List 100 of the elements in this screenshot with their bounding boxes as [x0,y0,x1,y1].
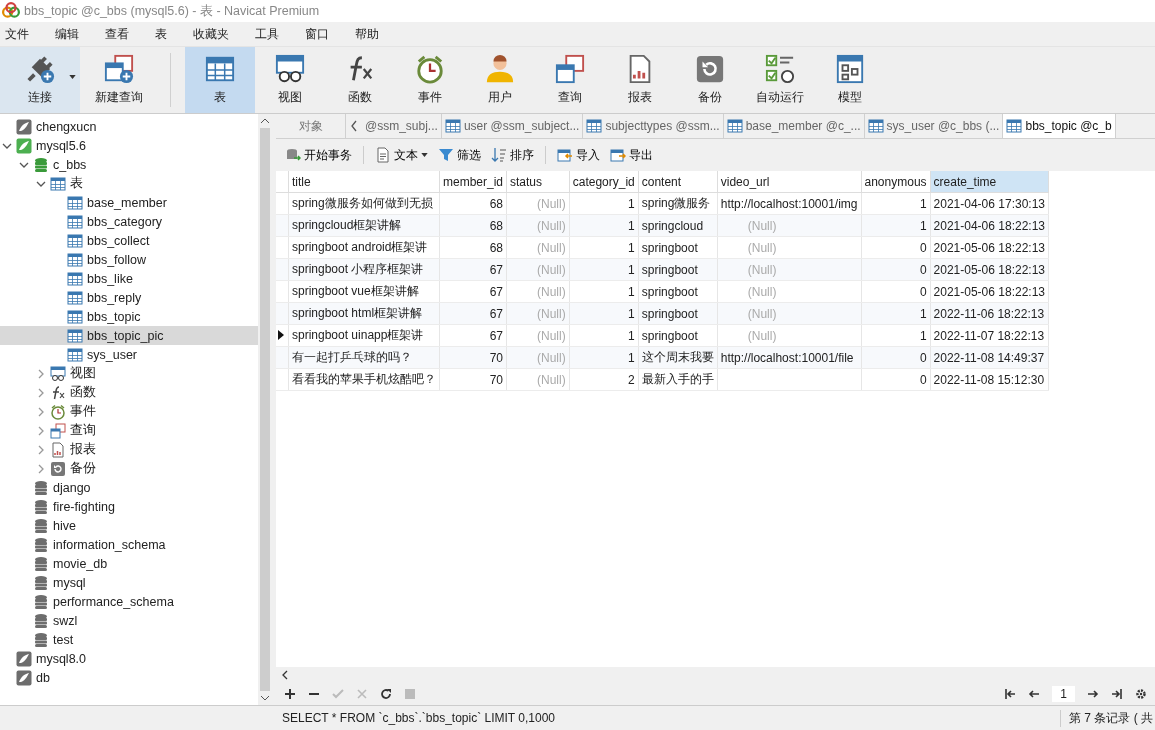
chevron-right-icon[interactable] [36,425,46,436]
chevron-right-icon[interactable] [36,406,46,417]
tree-item[interactable]: mysql5.6 [0,136,258,155]
tree-item[interactable]: sys_user [0,345,258,364]
chevron-right-icon[interactable] [36,463,46,474]
toolbar-button[interactable]: 函数 [325,47,395,113]
tab[interactable]: subjecttypes @ssm... [583,114,724,138]
tree-item[interactable]: swzl [0,611,258,630]
menu-item[interactable]: 编辑 [50,25,86,43]
tree-item[interactable]: information_schema [0,535,258,554]
tree-item[interactable]: bbs_topic_pic [0,326,258,345]
settings-icon[interactable] [1135,688,1147,700]
column-header[interactable]: create_time [930,171,1049,193]
toolbar-button[interactable]: 用户 [465,47,535,113]
toolbar-button[interactable]: 文本 [372,146,431,164]
toolbar-button[interactable]: 新建查询 [80,47,158,113]
tab[interactable]: bbs_topic @c_b [1003,114,1116,138]
add-icon[interactable] [284,688,296,700]
tree-item[interactable]: 视图 [0,364,258,383]
tree-item[interactable]: performance_schema [0,592,258,611]
toolbar-button[interactable]: 备份 [675,47,745,113]
column-header[interactable]: member_id [439,171,507,193]
column-header[interactable]: title [288,171,440,193]
column-header[interactable]: category_id [569,171,639,193]
menu-item[interactable]: 文件 [0,25,36,43]
tree-item[interactable]: 报表 [0,440,258,459]
tree-item[interactable]: bbs_follow [0,250,258,269]
tree-item[interactable]: 查询 [0,421,258,440]
tree-item[interactable]: bbs_reply [0,288,258,307]
menu-item[interactable]: 收藏夹 [188,25,236,43]
column-header[interactable]: content [638,171,718,193]
refresh-icon[interactable] [380,688,392,700]
export-icon [610,147,626,163]
toolbar-button[interactable]: 自动运行 [745,47,815,113]
scroll-down-icon[interactable] [260,695,270,701]
table-cell: (Null) [537,306,566,321]
column-header[interactable]: status [506,171,570,193]
last-page-icon[interactable] [1111,688,1123,700]
table-cell: 70 [489,372,504,387]
menu-item[interactable]: 查看 [100,25,136,43]
toolbar-button[interactable]: 导入 [554,146,603,164]
connection-icon [16,650,32,667]
toolbar-button[interactable]: 连接 [0,47,80,113]
tree-item[interactable]: base_member [0,193,258,212]
tree-item[interactable]: 备份 [0,459,258,478]
check-icon[interactable] [332,688,344,700]
tree-item[interactable]: mysql8.0 [0,649,258,668]
tree-item[interactable]: test [0,630,258,649]
tree-item[interactable]: mysql [0,573,258,592]
menu-item[interactable]: 窗口 [300,25,336,43]
query-icon [50,422,66,439]
tree-item[interactable]: django [0,478,258,497]
tree-item[interactable]: bbs_like [0,269,258,288]
toolbar-button[interactable]: 模型 [815,47,885,113]
tree-item[interactable]: db [0,668,258,687]
scrollbar[interactable] [258,114,272,705]
tree-item[interactable]: bbs_collect [0,231,258,250]
previous-page-icon[interactable] [1028,688,1041,700]
toolbar-button[interactable]: 查询 [535,47,605,113]
menu-item[interactable]: 帮助 [350,25,386,43]
table-cell: 1 [628,240,635,255]
toolbar-button[interactable]: 开始事务 [282,146,355,164]
toolbar-button[interactable]: 报表 [605,47,675,113]
toolbar-button[interactable]: 表 [185,47,255,113]
tree-item[interactable]: chengxucn [0,117,258,136]
first-page-icon[interactable] [1004,688,1017,700]
toolbar-button[interactable]: 视图 [255,47,325,113]
tree-item[interactable]: 事件 [0,402,258,421]
tree-item[interactable]: fire-fighting [0,497,258,516]
tree-item[interactable]: bbs_topic [0,307,258,326]
chevron-right-icon[interactable] [36,444,46,455]
tab[interactable]: @ssm_subj... [362,114,442,138]
chevron-right-icon[interactable] [36,368,46,379]
column-header[interactable]: anonymous [861,171,931,193]
chevron-right-icon[interactable] [36,387,46,398]
table-cell: (Null) [747,240,777,255]
tree-item[interactable]: 函数 [0,383,258,402]
table-icon [50,175,66,192]
scroll-up-icon[interactable] [260,118,270,124]
page-number-field[interactable]: 1 [1052,686,1075,702]
chevron-left-icon[interactable] [350,120,358,132]
import-icon [557,147,573,163]
toolbar-button[interactable]: 导出 [607,146,656,164]
tree-item[interactable]: hive [0,516,258,535]
table-cell: spring微服务 [641,196,711,210]
toolbar-button[interactable]: 事件 [395,47,465,113]
menu-item[interactable]: 表 [150,25,174,43]
tree-item[interactable]: bbs_category [0,212,258,231]
tree-item[interactable]: 表 [0,174,258,193]
table-cell: springboot [641,240,698,255]
table-cell: 67 [489,262,504,277]
column-header[interactable]: video_url [717,171,861,193]
toolbar-button[interactable]: 排序 [488,146,537,164]
toolbar-button[interactable]: 筛选 [435,146,484,164]
menu-item[interactable]: 工具 [250,25,286,43]
database-icon [33,631,49,648]
tree-item[interactable]: movie_db [0,554,258,573]
scroll-left-icon[interactable] [282,670,288,680]
tree-item[interactable]: c_bbs [0,155,258,174]
next-page-icon[interactable] [1087,688,1099,700]
